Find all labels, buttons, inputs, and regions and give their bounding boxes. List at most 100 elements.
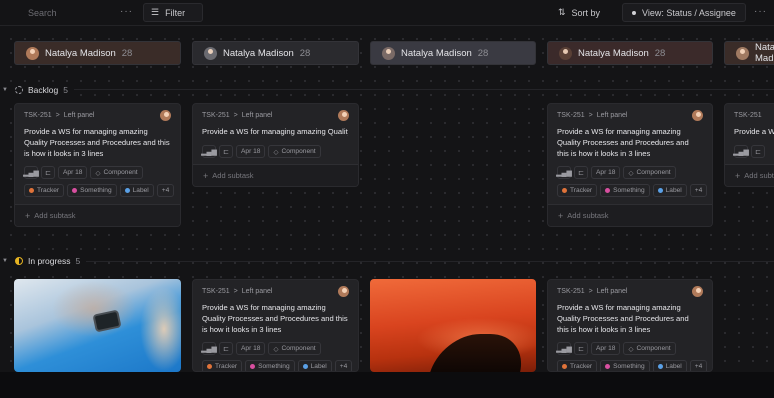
assignee-column-header[interactable]: Natalya Madison 28 [370, 41, 536, 65]
task-card-cover-image[interactable] [370, 279, 536, 372]
structure-icon[interactable]: ⊏ [574, 342, 588, 355]
priority-icon[interactable]: ▂▄▆ [556, 342, 572, 355]
filter-button[interactable]: ☰ Filter [143, 3, 203, 22]
structure-icon[interactable]: ⊏ [219, 342, 233, 355]
ticket-breadcrumb: TSK-251 > Left panel [202, 112, 272, 119]
add-subtask-button[interactable]: + Add subtask [15, 204, 180, 226]
ticket-id: TSK-251 [202, 112, 230, 119]
label-chip[interactable]: Tracker [24, 184, 65, 197]
label-chip[interactable]: Tracker [557, 360, 598, 371]
group-label: In progress [28, 256, 71, 266]
add-subtask-button[interactable]: + Add subtask [725, 164, 774, 186]
label-chip[interactable]: Something [600, 184, 650, 197]
search-more-icon[interactable]: ··· [120, 6, 133, 17]
priority-icon[interactable]: ▂▄▆ [556, 166, 572, 179]
add-subtask-button[interactable]: + Add subtask [548, 204, 712, 226]
assignee-count: 28 [121, 47, 133, 59]
more-labels-chip[interactable]: +4 [689, 360, 708, 371]
plus-icon: + [558, 210, 564, 221]
avatar[interactable] [338, 110, 349, 121]
collapse-caret-icon[interactable]: ▼ [2, 87, 10, 93]
component-chip[interactable]: ◇ Component [90, 166, 143, 179]
assignee-name: Natalya Madison [578, 47, 649, 59]
due-date-chip[interactable]: Apr 18 [58, 166, 88, 179]
label-chip[interactable]: Label [119, 184, 154, 197]
assignee-name: Natalya Madison [45, 47, 116, 59]
structure-icon[interactable]: ⊏ [41, 166, 55, 179]
group-header-backlog[interactable]: ▼ Backlog 5 [0, 83, 74, 97]
label-chip[interactable]: Label [297, 360, 332, 371]
label-dot-icon [605, 364, 611, 369]
avatar [559, 46, 572, 60]
label-chip[interactable]: Label [652, 360, 687, 371]
label-dot-icon [250, 364, 256, 369]
task-properties: ▂▄▆ ⊏ Apr 18 ◇ Component [556, 342, 676, 355]
ticket-area: Left panel [63, 112, 95, 119]
priority-icon[interactable]: ▂▄▆ [733, 145, 749, 158]
structure-icon[interactable]: ⊏ [574, 166, 588, 179]
due-date-chip[interactable]: Apr 18 [591, 342, 621, 355]
label-chip[interactable]: Label [652, 184, 687, 197]
collapse-caret-icon[interactable]: ▼ [2, 258, 10, 264]
task-card[interactable]: TSK-251 Provide a WS for managing amazin… [724, 103, 774, 187]
more-labels-chip[interactable]: +4 [156, 184, 175, 197]
avatar[interactable] [338, 286, 349, 297]
ticket-breadcrumb: TSK-251 > Left panel [557, 288, 627, 295]
avatar[interactable] [160, 110, 171, 121]
label-chip[interactable]: Something [245, 360, 295, 371]
more-labels-chip[interactable]: +4 [689, 184, 708, 197]
assignee-column-header[interactable]: Natalya Madison [724, 41, 774, 65]
task-card-cover-image[interactable] [14, 279, 181, 372]
task-card[interactable]: TSK-251 > Left panel Provide a WS for ma… [547, 279, 713, 372]
assignee-count: 28 [654, 47, 666, 59]
chevron-right-icon: > [233, 288, 238, 295]
component-chip[interactable]: ◇ Component [268, 342, 321, 355]
ticket-id: TSK-251 [557, 288, 585, 295]
search-input[interactable]: Search [28, 8, 57, 18]
sort-button[interactable]: ⇅ Sort by [558, 3, 618, 22]
label-dot-icon [302, 364, 308, 369]
ticket-breadcrumb: TSK-251 > Left panel [202, 288, 272, 295]
avatar [204, 46, 217, 60]
task-card[interactable]: TSK-251 > Left panel Provide a WS for ma… [192, 279, 359, 372]
task-card[interactable]: TSK-251 > Left panel Provide a WS for ma… [547, 103, 713, 227]
group-header-in-progress[interactable]: ▼ In progress 5 [0, 254, 87, 268]
task-card[interactable]: TSK-251 > Left panel Provide a WS for ma… [192, 103, 359, 187]
task-properties: ▂▄▆ ⊏ Apr 18 ◇ Component [23, 166, 143, 179]
in-progress-status-icon [15, 257, 23, 265]
due-date-chip[interactable]: Apr 18 [591, 166, 621, 179]
add-subtask-button[interactable]: + Add subtask [193, 164, 358, 186]
structure-icon[interactable]: ⊏ [219, 145, 233, 158]
avatar[interactable] [692, 110, 703, 121]
view-button[interactable]: View: Status / Assignee [622, 3, 746, 22]
due-date-chip[interactable]: Apr 18 [236, 342, 266, 355]
component-chip[interactable]: ◇ Component [623, 342, 676, 355]
label-text: Something [613, 187, 645, 194]
assignee-column-header[interactable]: Natalya Madison 28 [192, 41, 359, 65]
sort-label: Sort by [571, 7, 601, 18]
assignee-column-header[interactable]: Natalya Madison 28 [547, 41, 713, 65]
task-card[interactable]: TSK-251 > Left panel Provide a WS for ma… [14, 103, 181, 227]
priority-icon[interactable]: ▂▄▆ [201, 342, 217, 355]
label-dot-icon [72, 188, 78, 193]
component-icon: ◇ [628, 169, 634, 177]
label-chip[interactable]: Something [600, 360, 650, 371]
due-date-chip[interactable]: Apr 18 [236, 145, 266, 158]
priority-icon[interactable]: ▂▄▆ [201, 145, 217, 158]
priority-icon[interactable]: ▂▄▆ [23, 166, 39, 179]
group-count: 5 [63, 85, 68, 95]
add-subtask-label: Add subtask [34, 211, 76, 220]
chevron-right-icon: > [55, 112, 60, 119]
component-chip[interactable]: ◇ Component [623, 166, 676, 179]
label-chip[interactable]: Tracker [202, 360, 243, 371]
label-chip[interactable]: Tracker [557, 184, 598, 197]
label-chip[interactable]: Something [67, 184, 117, 197]
component-label: Component [636, 169, 671, 176]
component-chip[interactable]: ◇ Component [268, 145, 321, 158]
avatar[interactable] [692, 286, 703, 297]
more-labels-chip[interactable]: +4 [334, 360, 353, 371]
assignee-column-header[interactable]: Natalya Madison 28 [14, 41, 181, 65]
more-icon[interactable]: ··· [754, 6, 767, 17]
assignee-name: Natalya Madison [755, 42, 774, 64]
structure-icon[interactable]: ⊏ [751, 145, 765, 158]
